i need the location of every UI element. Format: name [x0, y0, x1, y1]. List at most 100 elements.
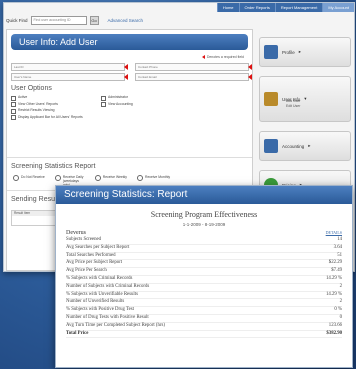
checkbox[interactable]	[101, 102, 106, 107]
report-row: Avg Price Per Search $7.49	[66, 268, 342, 276]
field-row-2: User's Name Contact Email	[11, 73, 252, 81]
submenu-edit-user[interactable]: Edit User	[286, 104, 301, 109]
sidebar-item-profile[interactable]: Profile ▸	[259, 37, 351, 67]
radio-button[interactable]	[137, 175, 143, 181]
report-row-value: 0	[339, 314, 342, 320]
sidebar-item-label: Profile	[282, 49, 295, 55]
report-row-value: 14	[337, 237, 342, 242]
report-row-label: Number of Unverified Results	[66, 299, 125, 305]
option-administrator[interactable]: Administrator	[101, 95, 161, 101]
radio-button[interactable]	[54, 175, 61, 181]
report-row: Avg Turn Time per Completed Subject Repo…	[66, 323, 342, 331]
sidebar-item-user-info[interactable]: User Info ▾ Add User Edit User	[259, 76, 351, 122]
top-navigation: Home Order Reports Report Management My …	[216, 3, 354, 12]
report-row-label: Total Searches Performed	[66, 252, 116, 258]
nav-report-management[interactable]: Report Management	[274, 3, 322, 12]
report-row: Subjects Screened 14	[66, 237, 342, 245]
report-company-row: Deverus DETAILS	[66, 229, 342, 237]
sidebar-item-label: Accounting	[282, 143, 305, 149]
option-view-others[interactable]: View Other Users' Reports	[11, 102, 101, 107]
report-row: % Subjects with Unverifiable Results 14.2…	[66, 292, 342, 300]
report-row-label: Avg Turn Time per Completed Subject Repo…	[66, 322, 165, 328]
user-info-icon	[264, 92, 278, 106]
report-row: Number of Unverified Results 2	[66, 299, 342, 308]
report-row-label: Total Price	[66, 330, 89, 336]
arrow-right-icon: ▸	[308, 143, 311, 148]
report-title: Screening Statistics: Report	[56, 186, 352, 204]
radio-button[interactable]	[13, 175, 19, 181]
option-view-accounting[interactable]: View Accounting	[101, 102, 161, 107]
report-row-label: Avg Searches per Subject Report	[66, 244, 130, 250]
report-row-label: % Subjects with Criminal Records	[66, 275, 133, 281]
user-info-submenu: Add User Edit User	[286, 99, 301, 109]
field-row-1: Last ID Contact Phone	[11, 63, 252, 71]
contact-email-field[interactable]: Contact Email	[135, 73, 252, 81]
company-name: Deverus	[66, 230, 86, 236]
users-name-field[interactable]: User's Name	[11, 73, 128, 81]
report-row-value: 14.29 %	[326, 291, 342, 297]
report-row-value: 14.29 %	[326, 275, 342, 281]
checkbox[interactable]	[11, 108, 16, 114]
accounting-icon	[264, 139, 278, 153]
required-marker-icon	[248, 64, 252, 70]
report-row: Number of Subjects with Criminal Records…	[66, 284, 342, 292]
quick-find-label: Quick Find	[6, 18, 28, 23]
required-marker-icon	[124, 64, 128, 70]
arrow-right-icon: ▸	[298, 49, 302, 54]
required-marker-icon	[248, 74, 252, 80]
required-marker-icon	[201, 55, 205, 60]
report-row-value: 123.66	[328, 322, 342, 328]
last-id-field[interactable]: Last ID	[11, 63, 128, 71]
checkbox[interactable]	[11, 115, 16, 120]
report-row: % Subjects with Positive Drug Test 0 %	[66, 307, 342, 315]
nav-my-account[interactable]: My Account	[322, 3, 354, 12]
report-row-label: % Subjects with Unverifiable Results	[66, 291, 138, 297]
report-row-label: Number of Drug Tests with Positive Resul…	[66, 314, 149, 320]
profile-icon	[264, 45, 278, 59]
quick-find-go-button[interactable]: Go	[89, 16, 99, 25]
arrow-down-icon: ▾	[304, 96, 307, 101]
report-table: Deverus DETAILS Subjects Screened 14 Avg S…	[66, 229, 342, 339]
report-date-range: 1-1-2009 - 8-19-2009	[182, 222, 226, 227]
report-row-value: $22.29	[328, 260, 342, 266]
advanced-search-link[interactable]: Advanced Search	[108, 18, 144, 23]
option-active[interactable]: Active	[11, 95, 101, 101]
report-row-value: 3.64	[333, 244, 342, 250]
required-note: Denotes a required field	[201, 55, 244, 60]
report-row-label: Avg Price Per Search	[66, 268, 107, 274]
option-display-applicant-bar[interactable]: Display Applicant Bar for All Users' Rep…	[11, 115, 101, 120]
report-row-value: $7.49	[331, 268, 342, 274]
checkbox[interactable]	[11, 102, 16, 107]
report-row-value: 0 %	[334, 307, 342, 313]
checkbox[interactable]	[11, 95, 16, 101]
divider	[7, 157, 252, 158]
report-row: Number of Drug Tests with Positive Resul…	[66, 315, 342, 323]
report-row-label: Subjects Screened	[66, 237, 102, 242]
details-link[interactable]: DETAILS	[326, 229, 342, 237]
report-row-value: 51	[337, 252, 342, 258]
quick-find-input[interactable]: Find user accounting ID	[30, 16, 87, 25]
user-options-list: Active Administrator View Other Users' R…	[11, 95, 161, 120]
radio-do-not-receive[interactable]: Do Not Receive	[13, 175, 45, 187]
report-row-label: Number of Subjects with Criminal Records	[66, 283, 150, 289]
report-row: Avg Price per Subject Report $22.29	[66, 260, 342, 269]
checkbox[interactable]	[101, 95, 106, 101]
report-row-value: $382.90	[326, 330, 342, 336]
radio-button[interactable]	[94, 175, 101, 181]
contact-phone-field[interactable]: Contact Phone	[135, 63, 252, 71]
nav-home[interactable]: Home	[216, 3, 239, 12]
option-restrict-results[interactable]: Restrict Results Viewing	[11, 108, 101, 114]
report-row: % Subjects with Criminal Records 14.29 %	[66, 276, 342, 284]
quick-find-bar: Quick Find Find user accounting ID Go Ad…	[6, 16, 143, 25]
report-row-label: % Subjects with Positive Drug Test	[66, 307, 134, 313]
report-row: Avg Searches per Subject Report 3.64	[66, 245, 342, 253]
report-row-label: Avg Price per Subject Report	[66, 260, 123, 266]
statistics-report-popup: Screening Statistics: Report Screening P…	[55, 185, 353, 368]
report-row: Total Price $382.90	[66, 331, 342, 339]
panel-title: User Info: Add User	[11, 34, 248, 50]
report-row: Total Searches Performed 51	[66, 253, 342, 261]
sidebar-item-accounting[interactable]: Accounting ▸	[259, 131, 351, 161]
report-row-value: 2	[339, 283, 342, 289]
report-row-value: 2	[339, 299, 342, 305]
nav-order-reports[interactable]: Order Reports	[238, 3, 275, 12]
